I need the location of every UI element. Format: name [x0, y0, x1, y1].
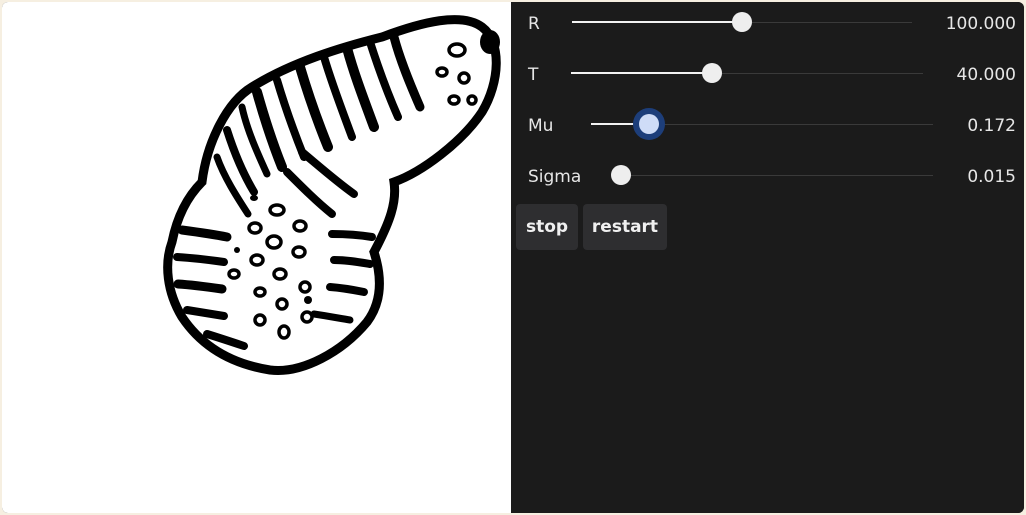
- slider-thumb-t[interactable]: [701, 63, 722, 83]
- slider-thumb-sigma[interactable]: [611, 165, 631, 185]
- lenia-creature: [163, 15, 501, 375]
- slider-fill: [571, 72, 712, 74]
- simulation-canvas[interactable]: [2, 2, 511, 513]
- slider-value-r: 100.000: [945, 14, 1016, 34]
- restart-button[interactable]: restart: [583, 204, 667, 250]
- slider-row-r: R 100.000: [511, 8, 1024, 38]
- slider-value-mu: 0.172: [967, 116, 1016, 136]
- control-panel: R 100.000 T 40.000 Mu 0.172 Sigma 0.015 …: [511, 2, 1024, 513]
- slider-thumb-r[interactable]: [732, 12, 752, 32]
- slider-sigma[interactable]: [611, 161, 933, 191]
- slider-label-mu: Mu: [528, 116, 554, 136]
- slider-rail: [621, 175, 933, 176]
- slider-mu[interactable]: [591, 110, 933, 140]
- slider-row-t: T 40.000: [511, 59, 1024, 89]
- slider-fill: [572, 21, 742, 23]
- slider-label-sigma: Sigma: [528, 167, 582, 187]
- slider-value-sigma: 0.015: [967, 167, 1016, 187]
- slider-row-mu: Mu 0.172: [511, 110, 1024, 140]
- app-window: R 100.000 T 40.000 Mu 0.172 Sigma 0.015 …: [2, 2, 1024, 513]
- slider-t[interactable]: [571, 59, 923, 89]
- slider-value-t: 40.000: [956, 65, 1016, 85]
- slider-label-r: R: [528, 14, 540, 34]
- slider-label-t: T: [528, 65, 539, 85]
- stop-button[interactable]: stop: [516, 204, 578, 250]
- slider-row-sigma: Sigma 0.015: [511, 161, 1024, 191]
- slider-r[interactable]: [572, 8, 912, 38]
- slider-thumb-mu[interactable]: [639, 114, 660, 134]
